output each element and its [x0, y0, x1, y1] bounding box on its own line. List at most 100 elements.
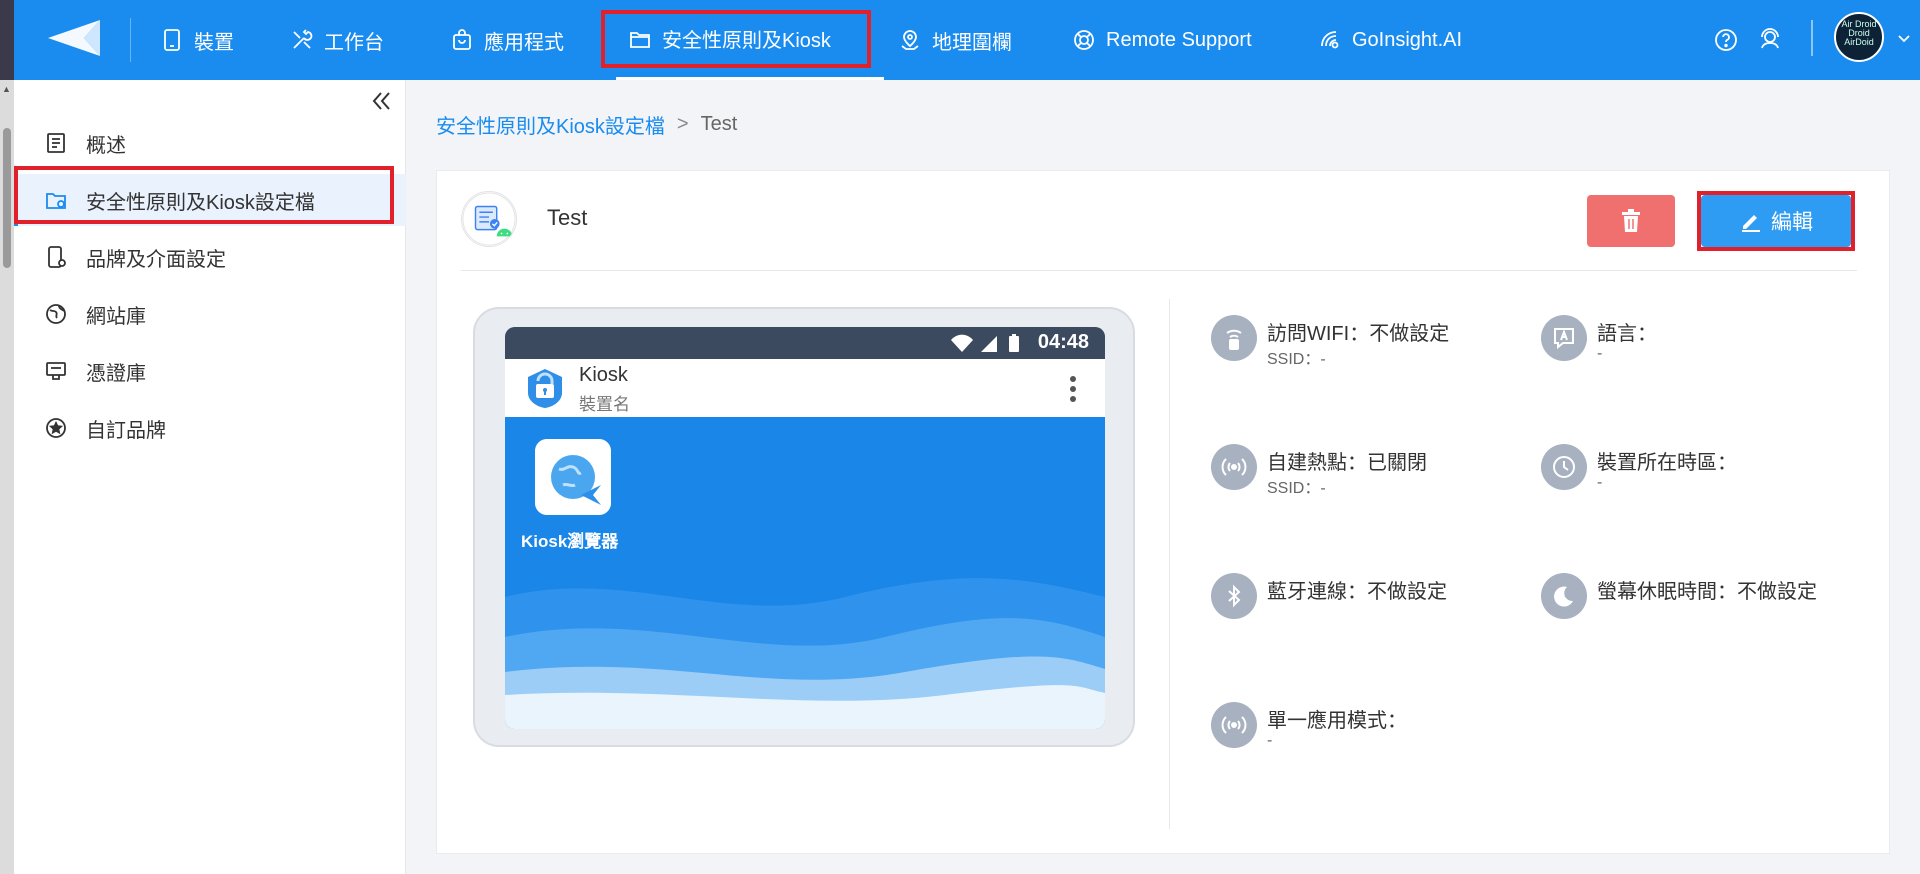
top-navigation-bar: 裝置 工作台 應用程式 安全性原則及Kiosk 地理圍欄 Remote Supp… — [14, 0, 1920, 80]
user-avatar[interactable]: Air Droid Droid AirDoid — [1834, 12, 1884, 62]
setting-label: 訪問WIFI：不做設定 — [1267, 323, 1450, 345]
kiosk-app-bar: Kiosk 裝置名 — [505, 359, 1105, 417]
window-edge: ▲ — [0, 0, 14, 874]
tools-icon — [293, 29, 313, 49]
sidebar: 概述 安全性原則及Kiosk設定檔 品牌及介面設定 網站庫 憑證庫 自訂品牌 — [14, 80, 406, 874]
nav-item-goinsight[interactable]: GoInsight.AI — [1318, 0, 1462, 80]
setting-label: 自建熱點：已關閉 — [1267, 452, 1427, 474]
wifi-icon — [1211, 315, 1257, 361]
breadcrumb-current: Test — [700, 113, 738, 135]
kiosk-browser-app-icon — [535, 439, 611, 515]
nav-highlight-box — [601, 10, 871, 68]
breadcrumb-parent-link[interactable]: 安全性原則及Kiosk設定檔 — [436, 110, 665, 139]
profile-android-policy-icon — [461, 191, 517, 247]
sidebar-item-label: 自訂品牌 — [86, 419, 166, 442]
nav-separator — [1811, 20, 1813, 56]
single-app-icon — [1211, 702, 1257, 748]
profile-name: Test — [547, 205, 588, 230]
setting-value: - — [1597, 345, 1603, 362]
nav-item-workbench[interactable]: 工作台 — [290, 0, 384, 80]
avatar-text: Air Droid Droid AirDoid — [1841, 19, 1877, 47]
sidebar-item-certificate-library[interactable]: 憑證庫 — [14, 345, 406, 397]
nav-label: 裝置 — [194, 31, 234, 54]
sidebar-item-label: 概述 — [86, 134, 126, 157]
kiosk-title: Kiosk — [579, 364, 628, 386]
help-icon[interactable] — [1712, 26, 1740, 54]
setting-label: 裝置所在時區： — [1597, 452, 1737, 474]
map-pin-icon — [901, 30, 919, 50]
nav-item-apps[interactable]: 應用程式 — [450, 0, 564, 80]
kiosk-device-preview: 04:48 Kiosk 裝置名 Kiosk瀏覽器 — [473, 307, 1135, 747]
bluetooth-icon — [1211, 573, 1257, 619]
delete-button[interactable] — [1587, 195, 1675, 247]
sidebar-item-custom-brand[interactable]: 自訂品牌 — [14, 402, 406, 454]
nav-label: 地理圍欄 — [932, 31, 1012, 54]
device-clock: 04:48 — [1037, 331, 1089, 353]
language-icon — [1541, 315, 1587, 361]
tablet-icon — [164, 29, 180, 51]
setting-label: 藍牙連線：不做設定 — [1267, 581, 1447, 603]
globe-icon — [46, 304, 66, 324]
setting-timezone: 裝置所在時區： - — [1541, 444, 1841, 504]
setting-single-app-mode: 單一應用模式： - — [1211, 702, 1511, 762]
more-vert-icon — [1070, 376, 1076, 402]
scrollbar-thumb[interactable] — [3, 128, 11, 268]
shopping-bag-icon — [453, 29, 471, 50]
kiosk-browser-app-label: Kiosk瀏覽器 — [521, 532, 619, 551]
sidebar-item-label: 憑證庫 — [86, 362, 146, 385]
lifebuoy-icon — [1074, 30, 1094, 50]
star-icon — [46, 418, 66, 438]
nav-label: GoInsight.AI — [1352, 28, 1463, 51]
chevron-down-icon[interactable] — [1896, 30, 1912, 46]
nav-item-remote-support[interactable]: Remote Support — [1072, 0, 1252, 80]
kiosk-lock-icon — [528, 369, 562, 408]
device-settings-icon — [48, 246, 66, 268]
sleep-icon — [1541, 573, 1587, 619]
kiosk-device-name: 裝置名 — [579, 395, 630, 414]
setting-label: 語言： — [1597, 323, 1657, 345]
setting-bluetooth: 藍牙連線：不做設定 — [1211, 573, 1511, 633]
setting-value: SSID：- — [1267, 351, 1326, 368]
overview-icon — [47, 133, 65, 153]
insight-icon — [1321, 31, 1339, 49]
certificate-icon — [46, 362, 66, 380]
sidebar-item-branding[interactable]: 品牌及介面設定 — [14, 231, 406, 283]
setting-value: - — [1267, 732, 1273, 749]
content-divider — [1169, 299, 1170, 829]
status-signal-icons — [951, 334, 1019, 352]
sidebar-item-label: 品牌及介面設定 — [86, 248, 226, 271]
support-agent-icon[interactable] — [1756, 26, 1784, 54]
nav-label: Remote Support — [1106, 28, 1252, 51]
sidebar-item-label: 網站庫 — [86, 305, 146, 328]
setting-value: - — [1597, 474, 1603, 491]
hotspot-icon — [1211, 444, 1257, 490]
wallpaper-waves — [505, 578, 1105, 729]
nav-divider — [130, 18, 131, 62]
breadcrumb-separator: > — [676, 113, 689, 135]
collapse-sidebar-icon[interactable] — [366, 86, 396, 116]
device-status-bar: 04:48 — [505, 327, 1105, 359]
setting-screen-sleep: 螢幕休眠時間：不做設定 — [1541, 573, 1841, 633]
airdroid-logo-icon[interactable] — [44, 14, 104, 62]
profile-header: Test 編輯 — [461, 191, 1857, 271]
sidebar-item-website-library[interactable]: 網站庫 — [14, 288, 406, 340]
nav-item-geofence[interactable]: 地理圍欄 — [898, 0, 1012, 80]
setting-wifi: 訪問WIFI：不做設定 SSID：- — [1211, 315, 1511, 375]
breadcrumb: 安全性原則及Kiosk設定檔 > Test — [436, 110, 737, 139]
nav-item-devices[interactable]: 裝置 — [160, 0, 234, 80]
setting-language: 語言： - — [1541, 315, 1841, 375]
setting-label: 單一應用模式： — [1267, 710, 1407, 732]
window-edge-top — [0, 0, 14, 80]
trash-icon — [1622, 209, 1640, 232]
profile-detail-card: Test 編輯 04:48 Kiosk 裝置名 Kiosk瀏覽器 訪問WIFI：… — [436, 170, 1890, 854]
setting-value: SSID：- — [1267, 480, 1326, 497]
sidebar-item-overview[interactable]: 概述 — [14, 117, 406, 169]
setting-label: 螢幕休眠時間：不做設定 — [1597, 581, 1817, 603]
nav-label: 應用程式 — [484, 31, 564, 54]
setting-hotspot: 自建熱點：已關閉 SSID：- — [1211, 444, 1511, 504]
sidebar-highlight-box — [14, 166, 394, 224]
scroll-up-icon[interactable]: ▲ — [2, 84, 11, 94]
nav-label: 工作台 — [324, 31, 384, 54]
device-screen: 04:48 Kiosk 裝置名 Kiosk瀏覽器 — [505, 327, 1105, 729]
clock-icon — [1541, 444, 1587, 490]
